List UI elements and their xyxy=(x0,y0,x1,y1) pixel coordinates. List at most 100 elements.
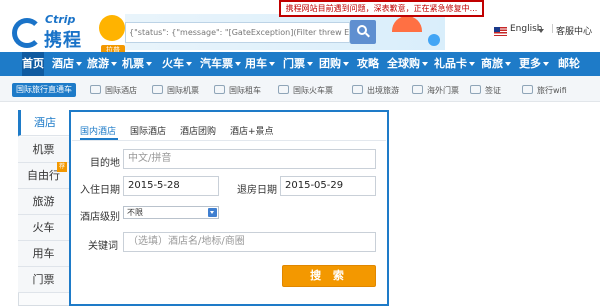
nav-item-label: 机票 xyxy=(122,57,144,70)
search-input[interactable]: {"status": {"message": "[GateException](… xyxy=(125,22,350,43)
plane-icon xyxy=(152,85,163,94)
nav-item[interactable]: 门票 xyxy=(283,52,313,76)
hotel-tab[interactable]: 国内酒店 xyxy=(80,124,116,138)
side-tab[interactable]: 酒店 xyxy=(18,110,69,136)
logo-text-en[interactable]: Ctrip xyxy=(45,13,75,26)
chevron-down-icon[interactable] xyxy=(307,62,313,66)
side-tab[interactable]: 用车 xyxy=(18,241,69,267)
subnav-item-label: 国际火车票 xyxy=(293,86,333,95)
beach-illustration xyxy=(382,14,450,50)
search-icon-handle xyxy=(365,32,370,38)
side-tab[interactable]: 机票 xyxy=(18,137,69,163)
train-icon xyxy=(278,85,289,94)
nav-item-label: 更多 xyxy=(519,57,541,70)
error-alert: 携程网站目前遇到问题，深表歉意，正在紧急修复中... xyxy=(279,0,484,17)
nav-item[interactable]: 汽车票 xyxy=(200,52,241,76)
checkin-date-input[interactable]: 2015-5-28 xyxy=(123,176,219,196)
destination-input[interactable]: 中文/拼音 xyxy=(123,149,376,169)
hotel-search-button[interactable]: 搜 索 xyxy=(282,265,376,287)
nav-item[interactable]: 酒店 xyxy=(52,52,82,76)
umbrella-icon xyxy=(392,16,422,32)
nav-item-label: 团购 xyxy=(319,57,341,70)
nav-item[interactable]: 旅游 xyxy=(87,52,117,76)
nav-item-label: 全球购 xyxy=(387,57,420,70)
customer-service-link[interactable]: 客服中心 xyxy=(556,24,592,37)
chevron-down-icon[interactable] xyxy=(111,62,117,66)
nav-item-label: 火车 xyxy=(162,57,184,70)
subnav-item[interactable]: 国际酒店 xyxy=(90,84,137,98)
ctrip-logo-icon[interactable] xyxy=(12,18,42,48)
nav-item-label: 邮轮 xyxy=(558,57,580,70)
subnav-item[interactable]: 签证 xyxy=(470,84,501,98)
chevron-down-icon[interactable] xyxy=(505,62,511,66)
subnav-item-label: 国际酒店 xyxy=(105,86,137,95)
chevron-down-icon[interactable] xyxy=(208,208,217,217)
us-flag-icon xyxy=(494,27,507,36)
subnav-item[interactable]: 国际火车票 xyxy=(278,84,333,98)
chevron-down-icon[interactable] xyxy=(235,62,241,66)
hotel-tab[interactable]: 国际酒店 xyxy=(130,124,166,138)
beach-ball-icon xyxy=(428,34,440,46)
nav-item-label: 门票 xyxy=(283,57,305,70)
subnav-item[interactable]: 国际租车 xyxy=(214,84,261,98)
subnav-item[interactable]: 出境旅游 xyxy=(352,84,399,98)
checkout-label: 退房日期 xyxy=(237,185,277,196)
subnav-item-label: 国际租车 xyxy=(229,86,261,95)
nav-item[interactable]: 火车 xyxy=(162,52,192,76)
nav-item-label: 酒店 xyxy=(52,57,74,70)
hotel-level-select[interactable]: 不限 xyxy=(123,206,219,219)
tab-divider xyxy=(72,140,386,141)
nav-item-label: 首页 xyxy=(22,57,44,70)
nav-item[interactable]: 团购 xyxy=(319,52,349,76)
keyword-label: 关键词 xyxy=(88,241,118,252)
subnav-item[interactable]: 旅行wifi xyxy=(522,84,567,98)
active-tab-indicator xyxy=(80,138,118,140)
chevron-down-icon[interactable] xyxy=(269,62,275,66)
subnav-item[interactable]: 国际机票 xyxy=(152,84,199,98)
nav-item-label: 用车 xyxy=(245,57,267,70)
chevron-down-icon[interactable] xyxy=(76,62,82,66)
chevron-down-icon[interactable] xyxy=(422,62,428,66)
nav-item[interactable]: 机票 xyxy=(122,52,152,76)
nav-item[interactable]: 商旅 xyxy=(481,52,511,76)
nav-item[interactable]: 首页 xyxy=(22,52,44,76)
side-tab[interactable]: 火车 xyxy=(18,215,69,241)
search-button[interactable] xyxy=(350,20,376,44)
chevron-down-icon[interactable] xyxy=(543,62,549,66)
nav-item[interactable]: 全球购 xyxy=(387,52,428,76)
ticket-icon xyxy=(412,85,423,94)
nav-item[interactable]: 邮轮 xyxy=(558,52,580,76)
hotel-tab[interactable]: 酒店+景点 xyxy=(230,124,274,138)
travel-icon xyxy=(352,85,363,94)
chevron-down-icon[interactable] xyxy=(186,62,192,66)
visa-icon xyxy=(470,85,481,94)
subnav-item-label: 签证 xyxy=(485,86,501,95)
chevron-down-icon[interactable] xyxy=(538,29,544,33)
wifi-icon xyxy=(522,85,533,94)
nav-item-label: 商旅 xyxy=(481,57,503,70)
nav-item[interactable]: 更多 xyxy=(519,52,549,76)
nav-item[interactable]: 攻略 xyxy=(357,52,379,76)
nav-item[interactable]: 用车 xyxy=(245,52,275,76)
nav-item-label: 攻略 xyxy=(357,57,379,70)
chevron-down-icon[interactable] xyxy=(469,62,475,66)
side-tab[interactable]: 门票 xyxy=(18,267,69,293)
logo-text-cn[interactable]: 携程 xyxy=(44,26,82,52)
hotel-level-value: 不限 xyxy=(127,208,143,217)
hotel-tab[interactable]: 酒店团购 xyxy=(180,124,216,138)
side-tab[interactable]: 旅游 xyxy=(18,189,69,215)
sun-icon xyxy=(99,15,125,41)
hotel-icon xyxy=(90,85,101,94)
checkin-label: 入住日期 xyxy=(80,185,120,196)
subnav-item-label: 海外门票 xyxy=(427,86,459,95)
keyword-input[interactable]: （选填）酒店名/地标/商圈 xyxy=(123,232,376,252)
subnav-item-label: 旅行wifi xyxy=(537,86,567,95)
nav-item-label: 汽车票 xyxy=(200,57,233,70)
chevron-down-icon[interactable] xyxy=(146,62,152,66)
subnav-item[interactable]: 海外门票 xyxy=(412,84,459,98)
nav-item[interactable]: 礼品卡 xyxy=(434,52,475,76)
hotel-level-label: 酒店级别 xyxy=(80,212,120,223)
destination-label: 目的地 xyxy=(90,158,120,169)
chevron-down-icon[interactable] xyxy=(343,62,349,66)
checkout-date-input[interactable]: 2015-05-29 xyxy=(280,176,376,196)
